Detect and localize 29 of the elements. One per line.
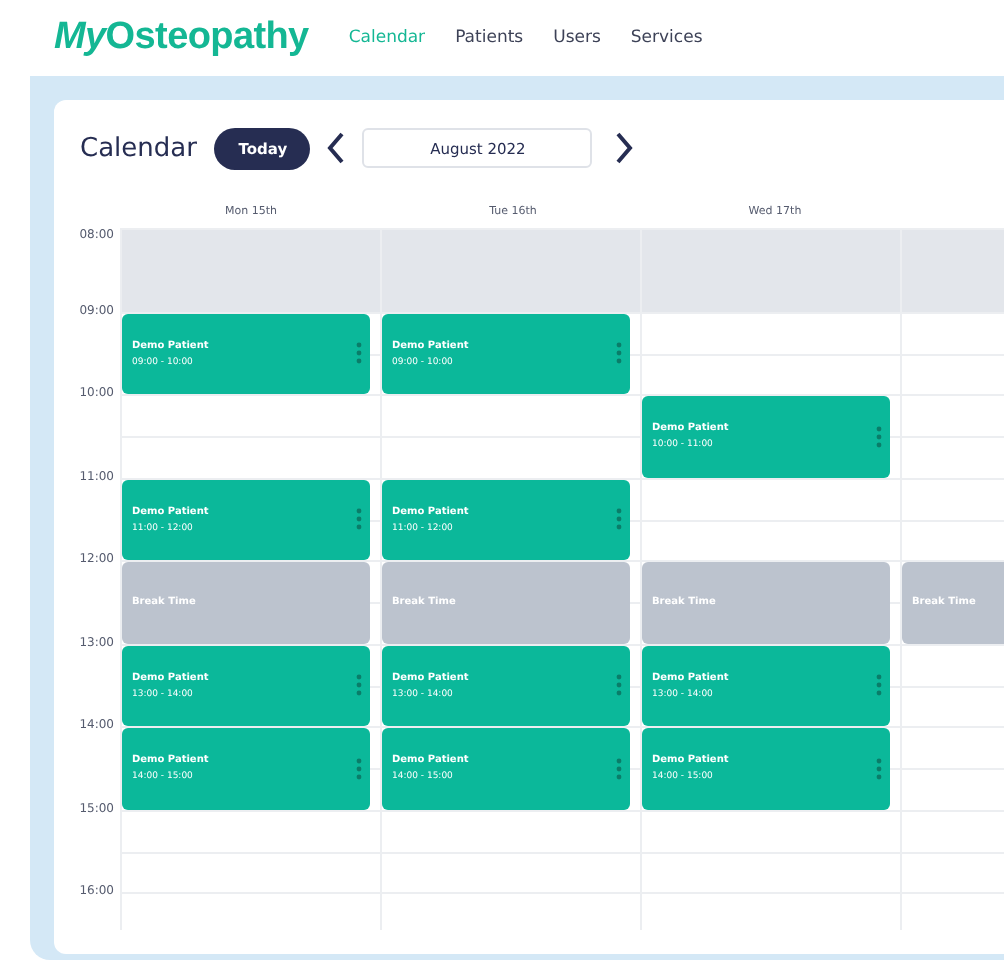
logo[interactable]: MyOsteopathy <box>54 16 309 60</box>
time-slot[interactable] <box>120 394 380 477</box>
time-slot[interactable] <box>640 311 900 394</box>
time-slot[interactable] <box>640 477 900 560</box>
time-slot[interactable] <box>380 809 640 892</box>
nav-link[interactable]: Calendar <box>348 28 426 48</box>
more-options-icon[interactable] <box>616 342 622 365</box>
time-slot[interactable] <box>640 809 900 892</box>
more-options-icon[interactable] <box>356 508 362 531</box>
time-slot[interactable] <box>380 394 640 477</box>
nav-link[interactable]: Patients <box>455 28 524 48</box>
more-options-icon[interactable] <box>356 674 362 697</box>
more-options-icon[interactable] <box>616 674 622 697</box>
more-options-icon[interactable] <box>616 508 622 531</box>
nav-link[interactable]: Users <box>553 28 601 48</box>
more-options-icon[interactable] <box>876 425 882 448</box>
more-options-icon[interactable] <box>356 757 362 780</box>
more-options-icon[interactable] <box>876 674 882 697</box>
calendar-title: Calendar <box>80 133 197 163</box>
more-options-icon[interactable] <box>356 342 362 365</box>
next-icon[interactable] <box>614 132 635 164</box>
time-slot[interactable] <box>120 809 380 892</box>
more-options-icon[interactable] <box>876 757 882 780</box>
previous-icon[interactable] <box>326 132 347 164</box>
time-slot[interactable] <box>120 228 380 311</box>
time-slot[interactable] <box>380 228 640 311</box>
more-options-icon[interactable] <box>616 757 622 780</box>
nav-link[interactable]: Services <box>630 28 703 48</box>
time-slot[interactable] <box>640 228 900 311</box>
